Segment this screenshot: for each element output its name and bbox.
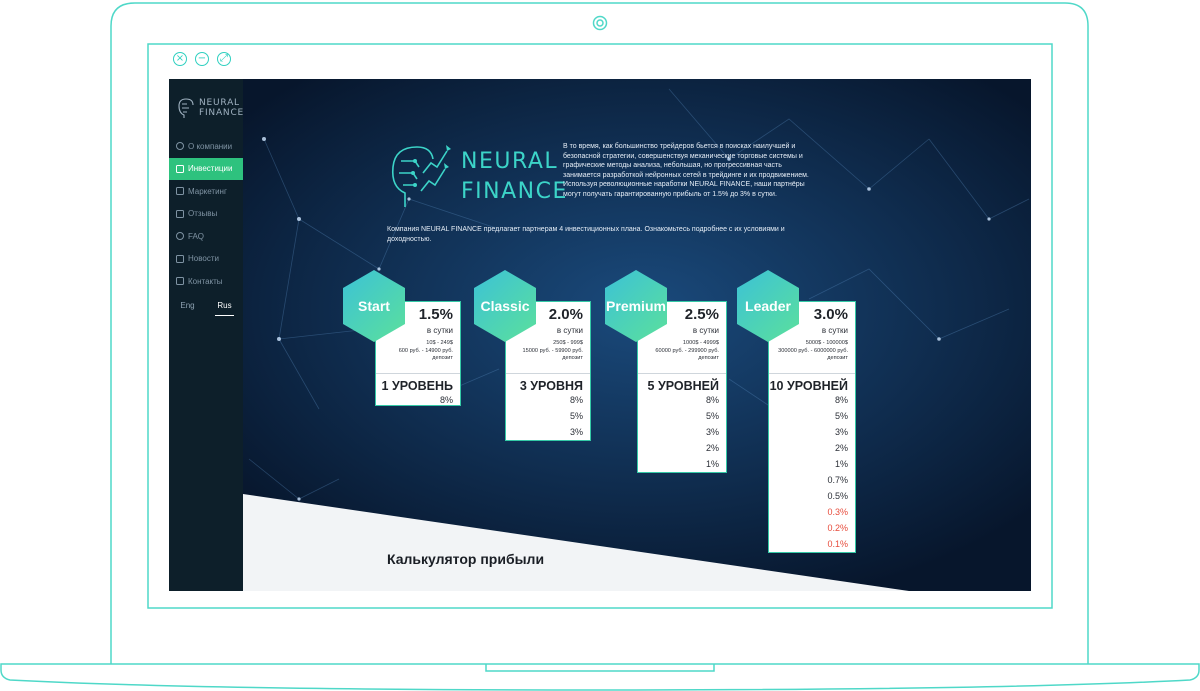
- sidebar-logo-line2: FINANCE: [199, 108, 245, 118]
- level-percent: 8%: [439, 395, 453, 405]
- plan-rate: 2.5%: [684, 306, 719, 323]
- brand-line1: NEURAL: [461, 149, 559, 174]
- sidebar-logo-line1: NEURAL: [199, 98, 240, 108]
- chat-icon: [176, 209, 184, 218]
- divider: [376, 373, 460, 374]
- plan-rate: 3.0%: [813, 306, 848, 323]
- brain-logo-icon: [178, 98, 194, 118]
- sidebar-item-investments[interactable]: Инвестиции: [169, 157, 243, 180]
- window-controls: × − ⤢: [173, 52, 231, 66]
- question-icon: [176, 232, 184, 241]
- briefcase-icon: [176, 164, 184, 173]
- sidebar-logo[interactable]: NEURAL FINANCE: [177, 97, 244, 119]
- news-icon: [176, 254, 184, 263]
- sidebar-item-news[interactable]: Новости: [169, 248, 243, 271]
- neural-brain-icon: [391, 145, 451, 207]
- lang-eng-link[interactable]: Eng: [178, 301, 196, 316]
- level-percent: 0.7%: [827, 475, 848, 485]
- level-percent: 2%: [834, 443, 848, 453]
- level-percent: 5%: [834, 411, 848, 421]
- plan-name: Start: [358, 298, 390, 314]
- chart-icon: [176, 187, 184, 196]
- level-percent: 3%: [834, 427, 848, 437]
- level-percent: 0.5%: [827, 491, 848, 501]
- language-switcher: Eng Rus: [169, 301, 243, 316]
- level-percent: 5%: [705, 411, 719, 421]
- plan-levels: 1 УРОВЕНЬ: [381, 379, 453, 393]
- plan-period: в сутки: [692, 326, 719, 335]
- plan-conditions: 5000$ - 100000$ 300000 руб. - 6000000 руб…: [778, 340, 848, 361]
- sidebar-item-label: Маркетинг: [188, 186, 227, 196]
- plan-levels: 5 УРОВНЕЙ: [647, 379, 719, 393]
- plan-conditions: 250$ - 999$ 15000 руб. - 59900 руб. депози…: [522, 340, 583, 361]
- hero-brand: NEURAL FINANCE: [387, 141, 568, 213]
- level-percent: 3%: [569, 427, 583, 437]
- level-percent: 0.1%: [827, 539, 848, 549]
- sidebar-item-label: Инвестиции: [188, 164, 233, 174]
- plan-period: в сутки: [821, 326, 848, 335]
- plans-description: Компания NEURAL FINANCE предлагает партн…: [387, 226, 785, 243]
- level-percent: 8%: [705, 395, 719, 405]
- plan-name: Classic: [480, 298, 530, 314]
- sidebar: NEURAL FINANCE О компании Инвестиции Мар…: [169, 79, 243, 591]
- plan-rate: 1.5%: [418, 306, 453, 323]
- maximize-window-button[interactable]: ⤢: [217, 52, 231, 66]
- plan-card-leader[interactable]: 3.0% в сутки 5000$ - 100000$ 300000 руб. …: [768, 301, 856, 553]
- plan-levels: 10 УРОВНЕЙ: [769, 379, 848, 393]
- sidebar-item-reviews[interactable]: Отзывы: [169, 203, 243, 226]
- sidebar-item-marketing[interactable]: Маркетинг: [169, 180, 243, 203]
- plan-name: Premium: [606, 298, 666, 314]
- level-percent: 8%: [834, 395, 848, 405]
- level-percent: 5%: [569, 411, 583, 421]
- info-icon: [176, 142, 184, 151]
- website-screen: NEURAL FINANCE О компании Инвестиции Мар…: [169, 79, 1031, 591]
- sidebar-item-label: FAQ: [188, 231, 205, 241]
- level-percent: 0.2%: [827, 523, 848, 533]
- lang-rus-link[interactable]: Rus: [215, 301, 234, 316]
- plan-period: в сутки: [556, 326, 583, 335]
- level-percent: 0.3%: [827, 507, 848, 517]
- sidebar-item-about[interactable]: О компании: [169, 135, 243, 158]
- level-percent: 8%: [569, 395, 583, 405]
- divider: [638, 373, 726, 374]
- divider: [769, 373, 855, 374]
- level-percent: 3%: [705, 427, 719, 437]
- sidebar-item-label: Новости: [188, 254, 219, 264]
- level-percent: 1%: [834, 459, 848, 469]
- sidebar-nav: О компании Инвестиции Маркетинг Отзывы F…: [169, 135, 243, 293]
- divider: [506, 373, 590, 374]
- close-window-button[interactable]: ×: [173, 52, 187, 66]
- plan-name: Leader: [745, 298, 791, 314]
- plan-conditions: 10$ - 249$ 600 руб. - 14900 руб. депозит: [398, 340, 453, 361]
- sidebar-item-label: Отзывы: [188, 209, 218, 219]
- sidebar-item-faq[interactable]: FAQ: [169, 225, 243, 248]
- brand-line2: FINANCE: [461, 179, 568, 204]
- sidebar-item-contacts[interactable]: Контакты: [169, 270, 243, 293]
- level-percent: 1%: [705, 459, 719, 469]
- plan-period: в сутки: [426, 326, 453, 335]
- plan-conditions: 1000$ - 4999$ 60000 руб. - 299900 руб. деп…: [655, 340, 719, 361]
- plan-rate: 2.0%: [548, 306, 583, 323]
- intro-text: В то время, как большинство трейдеров бь…: [563, 143, 809, 198]
- minimize-window-button[interactable]: −: [195, 52, 209, 66]
- sidebar-item-label: Контакты: [188, 276, 223, 286]
- level-percent: 2%: [705, 443, 719, 453]
- plan-levels: 3 УРОВНЯ: [519, 379, 583, 393]
- contacts-icon: [176, 277, 184, 286]
- calculator-title: Калькулятор прибыли: [387, 551, 545, 567]
- sidebar-item-label: О компании: [188, 141, 233, 151]
